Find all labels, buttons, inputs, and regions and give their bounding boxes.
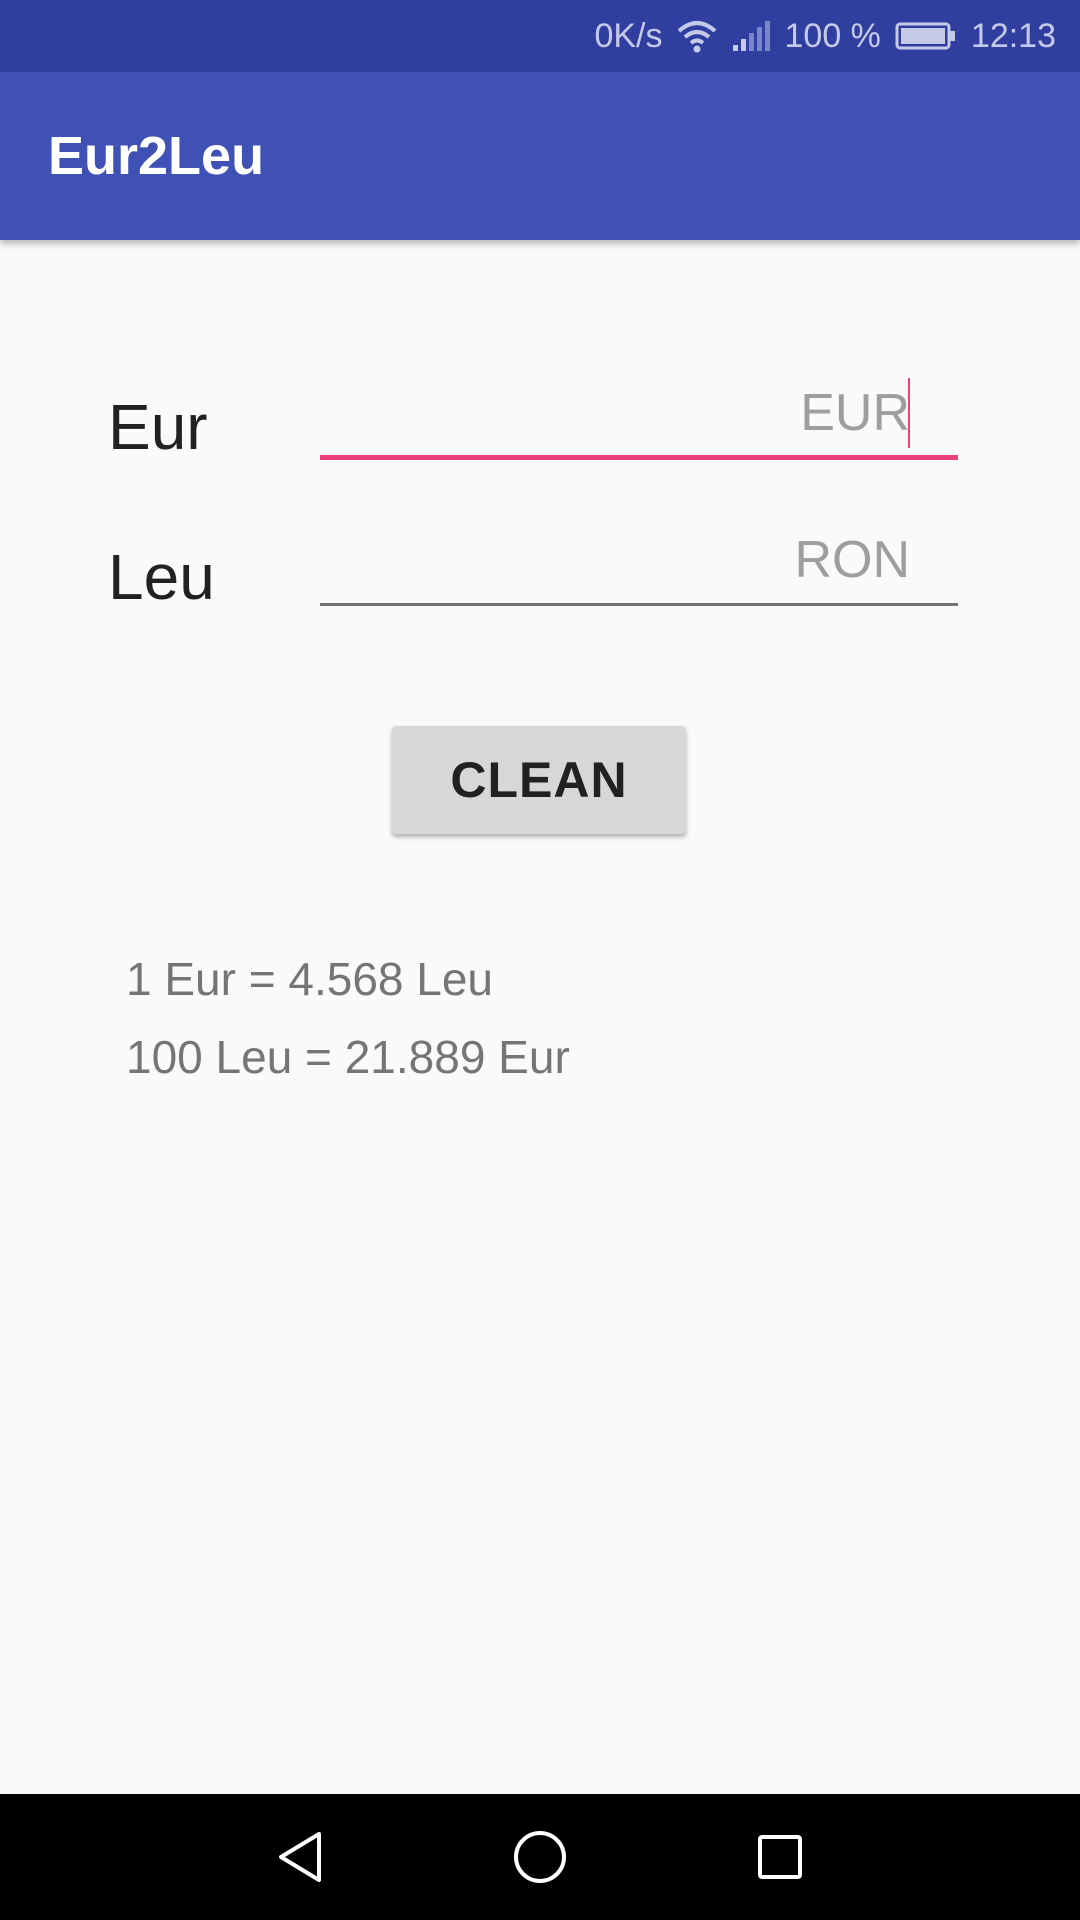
eur-input[interactable] [320,370,958,460]
recents-icon[interactable] [700,1794,860,1920]
text-cursor [908,378,910,448]
home-icon[interactable] [460,1794,620,1920]
clean-button[interactable]: CLEAN [392,726,686,834]
back-icon[interactable] [220,1794,380,1920]
leu-input[interactable] [320,516,958,606]
net-speed: 0K/s [594,16,663,55]
app-bar: Eur2Leu [0,72,1080,240]
eur-label: Eur [108,391,208,463]
app-title: Eur2Leu [48,126,265,186]
wifi-icon [677,19,717,53]
clock: 12:13 [970,16,1056,55]
rate-eur-to-leu: 1 Eur = 4.568 Leu [126,953,494,1005]
leu-label: Leu [108,541,215,613]
navigation-bar [0,1794,1080,1920]
battery-icon [895,21,957,51]
signal-icon [731,19,771,53]
status-bar: 0K/s 100 % 12:13 [0,0,1080,72]
battery-percent: 100 % [784,16,881,55]
rate-leu-to-eur: 100 Leu = 21.889 Eur [126,1031,570,1083]
